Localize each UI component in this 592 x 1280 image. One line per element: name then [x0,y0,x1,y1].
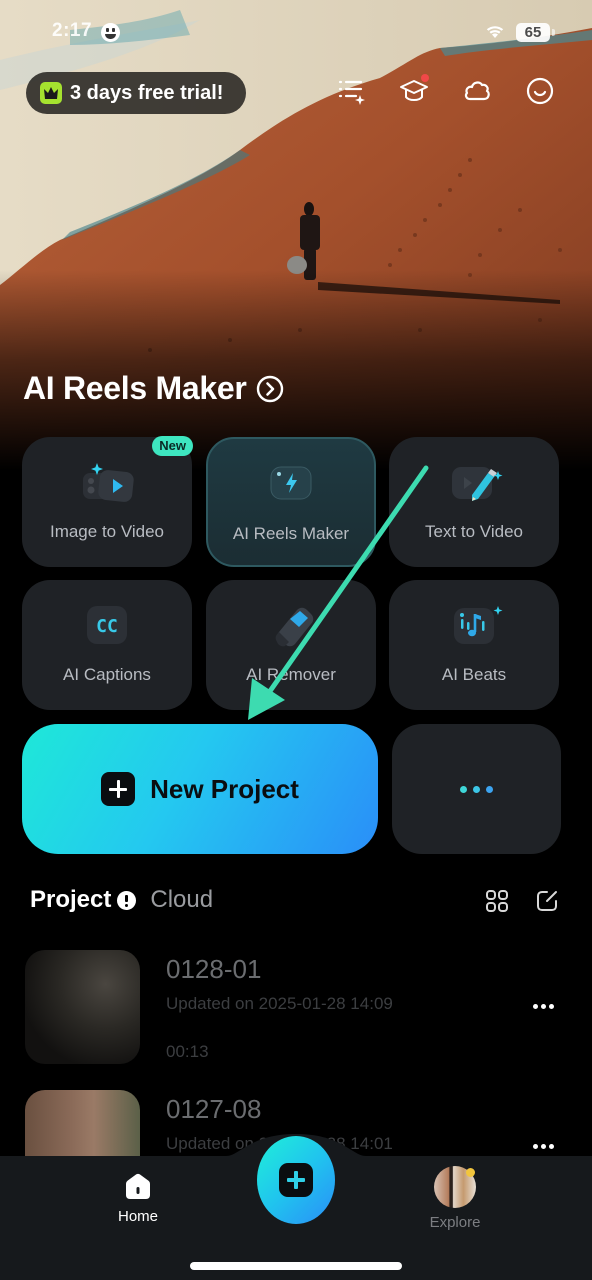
feature-ai-captions[interactable]: CC AI Captions [22,580,192,710]
crown-icon [40,82,62,104]
ellipsis-icon [486,785,493,793]
ellipsis-icon [533,1004,538,1009]
profile-button[interactable] [523,74,557,108]
notification-dot [421,74,429,82]
edit-icon[interactable] [535,889,559,913]
grid-view-icon[interactable] [485,889,509,913]
plus-icon [101,772,136,806]
plus-icon [279,1163,313,1197]
ai-reels-icon [270,466,312,500]
feature-image-to-video[interactable]: New Image to Video [22,436,193,567]
tutorial-button[interactable] [397,74,431,108]
cloud-icon [464,81,490,101]
ellipsis-icon [460,785,467,793]
project-tabs: Project Cloud [30,886,213,914]
project-more-button[interactable] [533,1004,554,1009]
feature-label: AI Remover [246,665,336,684]
wifi-icon [486,26,504,38]
bottom-navigation: Home Explore [0,1134,592,1280]
cc-icon: CC [87,606,127,644]
project-item[interactable]: 0128-01 Updated on 2025-01-28 14:09 00:1… [0,950,592,1066]
nav-explore-label: Explore [429,1214,481,1231]
feature-ai-remover[interactable]: AI Remover [206,580,376,710]
free-trial-button[interactable]: 3 days free trial! [26,72,246,114]
feature-label: AI Captions [63,665,151,684]
image-to-video-icon [83,463,134,502]
tab-project[interactable]: Project [30,886,111,914]
task-list-icon [338,80,365,105]
feature-text-to-video[interactable]: Text to Video [389,437,559,567]
music-beats-icon [454,606,503,644]
create-fab-button[interactable] [257,1136,335,1224]
cloud-button[interactable] [460,74,494,108]
battery-level: 65 [516,23,550,42]
feature-label: AI Beats [441,665,507,684]
nav-explore[interactable]: Explore [420,1166,490,1231]
tab-cloud[interactable]: Cloud [150,886,213,914]
task-list-button[interactable] [334,74,368,108]
text-to-video-icon [452,467,503,501]
home-indicator [190,1262,402,1270]
nav-home[interactable]: Home [108,1172,168,1225]
battery-cap [552,29,555,36]
project-name: 0128-01 [166,954,262,984]
project-updated: Updated on 2025-01-28 14:09 [166,994,393,1013]
project-duration: 00:13 [166,1042,209,1061]
status-emoji-icon [101,23,120,42]
more-tools-button[interactable] [392,724,561,854]
feature-ai-beats[interactable]: AI Beats [389,580,559,710]
alert-icon[interactable] [117,890,137,910]
hero-title-link[interactable]: AI Reels Maker [23,370,284,407]
svg-text:CC: CC [96,616,118,637]
hero-title: AI Reels Maker [23,370,247,406]
new-project-label: New Project [150,773,299,804]
feature-ai-reels-maker[interactable]: AI Reels Maker [206,437,376,567]
feature-label: AI Reels Maker [232,524,350,543]
feature-label: Text to Video [425,522,523,541]
new-project-button[interactable]: New Project [22,724,378,854]
chevron-right-circle-icon [257,375,284,402]
feature-label: Image to Video [49,522,165,541]
status-bar: 2:17 65 [0,18,592,48]
project-thumbnail [25,950,140,1064]
status-time: 2:17 [52,20,93,41]
eraser-icon [275,607,314,647]
notification-dot [466,1168,475,1177]
project-name: 0127-08 [166,1094,262,1124]
new-badge: New [152,436,193,456]
smile-face-icon [526,77,554,105]
nav-home-label: Home [117,1208,158,1225]
ellipsis-icon [473,785,480,793]
home-icon [126,1173,150,1199]
trial-label: 3 days free trial! [70,81,224,104]
